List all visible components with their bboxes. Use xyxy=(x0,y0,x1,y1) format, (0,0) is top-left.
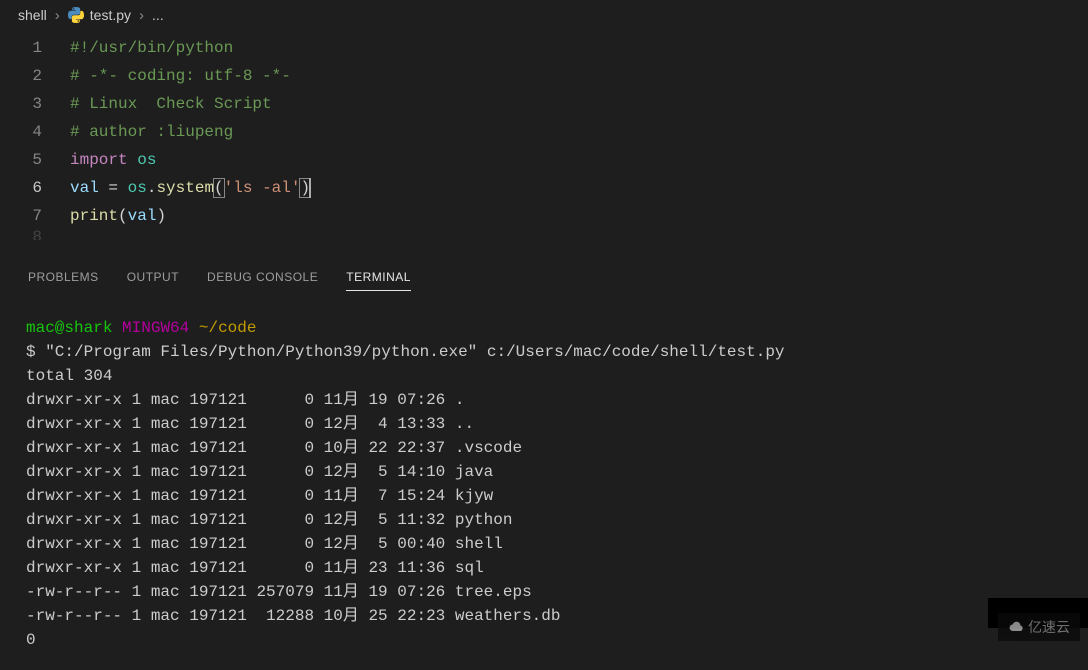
terminal-prompt-line: mac@shark MINGW64 ~/code xyxy=(26,316,1062,340)
code-line[interactable]: 8 xyxy=(0,230,1088,240)
code-token: # author :liupeng xyxy=(70,123,233,141)
code-token: = xyxy=(99,179,128,197)
line-number: 6 xyxy=(0,174,70,202)
code-token: val xyxy=(70,179,99,197)
breadcrumb-folder[interactable]: shell xyxy=(18,7,47,23)
terminal-output-line: 0 xyxy=(26,628,1062,652)
cloud-icon xyxy=(1008,619,1024,635)
tab-problems[interactable]: PROBLEMS xyxy=(28,264,99,291)
code-line[interactable]: 2# -*- coding: utf-8 -*- xyxy=(0,62,1088,90)
code-content[interactable]: # Linux Check Script xyxy=(70,90,272,118)
code-token: val xyxy=(128,207,157,225)
terminal-output-line: drwxr-xr-x 1 mac 197121 0 12月 5 00:40 sh… xyxy=(26,532,1062,556)
code-content[interactable]: val = os.system('ls -al') xyxy=(70,174,311,202)
line-number: 4 xyxy=(0,118,70,146)
chevron-right-icon: › xyxy=(55,7,60,24)
terminal-output-line: total 304 xyxy=(26,364,1062,388)
line-number: 8 xyxy=(0,230,70,240)
code-line[interactable]: 7print(val) xyxy=(0,202,1088,230)
code-token: #!/usr/bin/python xyxy=(70,39,233,57)
code-content[interactable]: # -*- coding: utf-8 -*- xyxy=(70,62,291,90)
code-token: os xyxy=(128,179,147,197)
code-token: system xyxy=(156,179,214,197)
breadcrumb: shell › test.py › ... xyxy=(0,0,1088,30)
breadcrumb-file[interactable]: test.py xyxy=(68,7,131,23)
terminal-path: ~/code xyxy=(199,319,257,337)
code-token: print xyxy=(70,207,118,225)
code-line[interactable]: 4# author :liupeng xyxy=(0,118,1088,146)
tab-debug-console[interactable]: DEBUG CONSOLE xyxy=(207,264,318,291)
terminal-output-line: drwxr-xr-x 1 mac 197121 0 10月 22 22:37 .… xyxy=(26,436,1062,460)
line-number: 5 xyxy=(0,146,70,174)
python-file-icon xyxy=(68,7,84,23)
terminal-output-line: drwxr-xr-x 1 mac 197121 0 11月 7 15:24 kj… xyxy=(26,484,1062,508)
panel-tabs: PROBLEMS OUTPUT DEBUG CONSOLE TERMINAL xyxy=(0,258,1088,298)
code-token: os xyxy=(137,151,156,169)
code-token: ) xyxy=(156,207,166,225)
terminal-output-line: drwxr-xr-x 1 mac 197121 0 12月 4 13:33 .. xyxy=(26,412,1062,436)
tab-output[interactable]: OUTPUT xyxy=(127,264,179,291)
code-editor[interactable]: 1#!/usr/bin/python2# -*- coding: utf-8 -… xyxy=(0,30,1088,244)
code-token: # Linux Check Script xyxy=(70,95,272,113)
chevron-right-icon: › xyxy=(139,7,144,24)
line-number: 3 xyxy=(0,90,70,118)
tab-terminal[interactable]: TERMINAL xyxy=(346,264,411,291)
code-token: . xyxy=(147,179,157,197)
terminal-output-line: drwxr-xr-x 1 mac 197121 0 11月 23 11:36 s… xyxy=(26,556,1062,580)
line-number: 7 xyxy=(0,202,70,230)
terminal-command-line: $ "C:/Program Files/Python/Python39/pyth… xyxy=(26,340,1062,364)
code-line[interactable]: 5import os xyxy=(0,146,1088,174)
watermark-text: 亿速云 xyxy=(1028,617,1070,637)
terminal-output-line: -rw-r--r-- 1 mac 197121 257079 11月 19 07… xyxy=(26,580,1062,604)
code-token xyxy=(128,151,138,169)
terminal-output-line: drwxr-xr-x 1 mac 197121 0 12月 5 14:10 ja… xyxy=(26,460,1062,484)
line-number: 2 xyxy=(0,62,70,90)
line-number: 1 xyxy=(0,34,70,62)
code-line[interactable]: 6val = os.system('ls -al') xyxy=(0,174,1088,202)
code-token: 'ls -al' xyxy=(224,179,301,197)
watermark: 亿速云 xyxy=(998,613,1080,641)
code-content[interactable]: print(val) xyxy=(70,202,166,230)
code-content[interactable]: #!/usr/bin/python xyxy=(70,34,233,62)
code-token: ( xyxy=(118,207,128,225)
terminal-env: MINGW64 xyxy=(122,319,189,337)
terminal-panel[interactable]: mac@shark MINGW64 ~/code$ "C:/Program Fi… xyxy=(0,298,1088,670)
code-content[interactable]: # author :liupeng xyxy=(70,118,233,146)
breadcrumb-extra[interactable]: ... xyxy=(152,7,164,23)
code-content[interactable]: import os xyxy=(70,146,156,174)
terminal-output-line: drwxr-xr-x 1 mac 197121 0 11月 19 07:26 . xyxy=(26,388,1062,412)
breadcrumb-file-label: test.py xyxy=(90,7,131,23)
code-token: import xyxy=(70,151,128,169)
code-line[interactable]: 3# Linux Check Script xyxy=(0,90,1088,118)
code-token: # -*- coding: utf-8 -*- xyxy=(70,67,291,85)
code-line[interactable]: 1#!/usr/bin/python xyxy=(0,34,1088,62)
terminal-output-line: -rw-r--r-- 1 mac 197121 12288 10月 25 22:… xyxy=(26,604,1062,628)
terminal-user: mac@shark xyxy=(26,319,112,337)
terminal-output-line: drwxr-xr-x 1 mac 197121 0 12月 5 11:32 py… xyxy=(26,508,1062,532)
text-cursor xyxy=(309,178,311,198)
